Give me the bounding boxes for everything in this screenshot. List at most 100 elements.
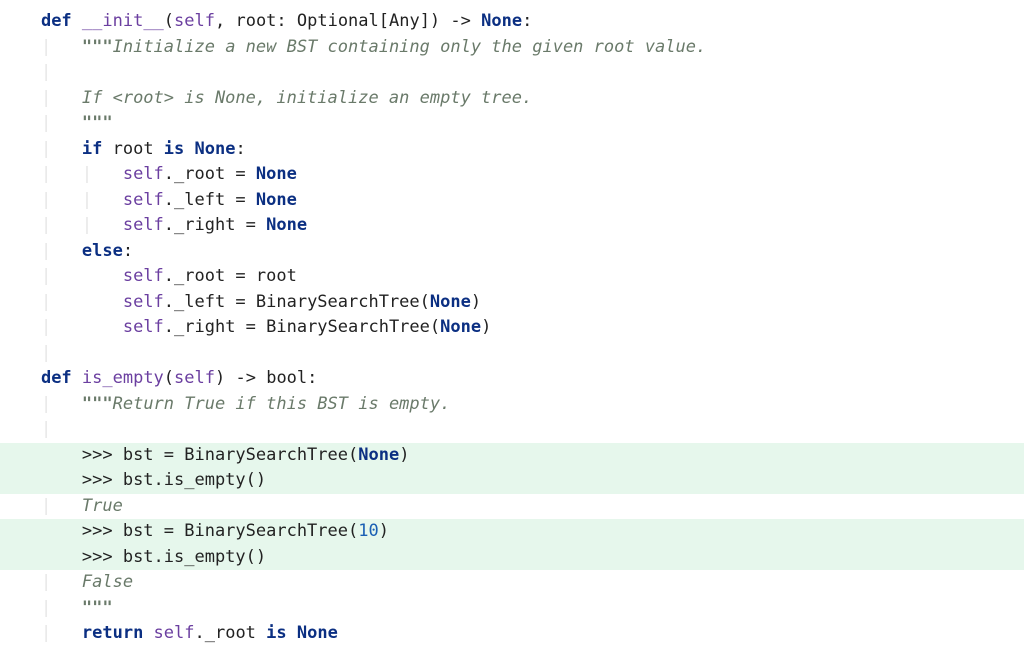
- code-token: True: [82, 496, 123, 516]
- code-token: None: [430, 292, 471, 312]
- code-line: | | self._root = None: [0, 162, 1024, 188]
- code-token: """: [82, 37, 113, 57]
- code-line: >>> bst = BinarySearchTree(10): [0, 519, 1024, 545]
- indent-guide: |: [0, 317, 123, 337]
- indent-guide: [0, 368, 41, 388]
- code-token: """: [82, 113, 113, 133]
- code-token: False: [82, 572, 133, 592]
- code-token: ._root =: [164, 164, 256, 184]
- indent-guide: |: [0, 292, 123, 312]
- code-token: 10: [358, 521, 378, 541]
- indent-guide: [0, 521, 82, 541]
- indent-guide: |: [0, 343, 51, 363]
- code-line: |: [0, 417, 1024, 443]
- code-token: :: [522, 11, 532, 31]
- indent-guide: |: [0, 598, 82, 618]
- code-token: bool: [266, 368, 307, 388]
- code-line: >>> bst.is_empty(): [0, 545, 1024, 571]
- code-token: None: [481, 11, 522, 31]
- code-token: None: [440, 317, 481, 337]
- code-line: | False: [0, 570, 1024, 596]
- code-token: ._right = BinarySearchTree(: [164, 317, 440, 337]
- code-token: __init__: [82, 11, 164, 31]
- indent-guide: |: [0, 88, 82, 108]
- code-token: ->: [450, 11, 481, 31]
- code-token: is: [164, 139, 195, 159]
- indent-guide: [0, 470, 82, 490]
- indent-guide: |: [0, 113, 82, 133]
- code-token: self: [123, 215, 164, 235]
- indent-guide: |: [0, 419, 51, 439]
- indent-guide: |: [0, 37, 82, 57]
- code-token: ->: [235, 368, 266, 388]
- indent-guide: |: [0, 572, 82, 592]
- code-token: is: [266, 623, 297, 643]
- code-token: None: [266, 215, 307, 235]
- code-line: | return self._root is None: [0, 621, 1024, 647]
- code-line: | | self._right = None: [0, 213, 1024, 239]
- code-editor: def __init__(self, root: Optional[Any]) …: [0, 0, 1024, 667]
- code-token: self: [174, 368, 215, 388]
- indent-guide: [0, 445, 82, 465]
- code-token: if: [82, 139, 113, 159]
- code-line: | """Return True if this BST is empty.: [0, 392, 1024, 418]
- code-token: is_empty: [82, 368, 164, 388]
- code-token: >>> bst = BinarySearchTree(: [82, 445, 358, 465]
- indent-guide: |: [0, 139, 82, 159]
- code-token: ): [471, 292, 481, 312]
- code-token: (: [164, 368, 174, 388]
- code-line: | self._right = BinarySearchTree(None): [0, 315, 1024, 341]
- code-token: >>> bst.is_empty(): [82, 547, 266, 567]
- code-line: | """Initialize a new BST containing onl…: [0, 35, 1024, 61]
- code-line: |: [0, 341, 1024, 367]
- code-token: >>> bst.is_empty(): [82, 470, 266, 490]
- code-token: """: [82, 598, 113, 618]
- code-token: self: [123, 266, 164, 286]
- code-token: If <root> is None, initialize an empty t…: [82, 88, 532, 108]
- code-token: ): [215, 368, 235, 388]
- code-token: :: [123, 241, 133, 261]
- code-token: else: [82, 241, 123, 261]
- code-token: :: [235, 139, 245, 159]
- indent-guide: |: [0, 241, 82, 261]
- code-line: | """: [0, 596, 1024, 622]
- code-token: def: [41, 11, 82, 31]
- indent-guide: |: [0, 266, 123, 286]
- code-line: | self._left = BinarySearchTree(None): [0, 290, 1024, 316]
- indent-guide: |: [0, 496, 82, 516]
- code-line: | """: [0, 111, 1024, 137]
- code-token: ._left = BinarySearchTree(: [164, 292, 430, 312]
- code-token: None: [256, 164, 297, 184]
- code-line: | True: [0, 494, 1024, 520]
- code-line: def is_empty(self) -> bool:: [0, 366, 1024, 392]
- code-line: def __init__(self, root: Optional[Any]) …: [0, 9, 1024, 35]
- code-token: None: [358, 445, 399, 465]
- code-token: self: [174, 11, 215, 31]
- code-line: | else:: [0, 239, 1024, 265]
- code-token: Initialize a new BST containing only the…: [113, 37, 707, 57]
- code-token: None: [256, 190, 297, 210]
- code-line: | self._root = root: [0, 264, 1024, 290]
- code-line: >>> bst.is_empty(): [0, 468, 1024, 494]
- code-line: >>> bst = BinarySearchTree(None): [0, 443, 1024, 469]
- code-token: return: [82, 623, 154, 643]
- code-line: | | self._left = None: [0, 188, 1024, 214]
- code-token: self: [123, 292, 164, 312]
- indent-guide: | |: [0, 215, 123, 235]
- code-token: ._left =: [164, 190, 256, 210]
- code-token: :: [307, 368, 317, 388]
- code-token: >>> bst = BinarySearchTree(: [82, 521, 358, 541]
- code-token: def: [41, 368, 82, 388]
- code-line: | if root is None:: [0, 137, 1024, 163]
- code-token: self: [123, 317, 164, 337]
- indent-guide: | |: [0, 190, 123, 210]
- code-token: None: [195, 139, 236, 159]
- code-token: self: [123, 164, 164, 184]
- code-token: self: [123, 190, 164, 210]
- code-token: """: [82, 394, 113, 414]
- code-token: , root: Optional[Any]): [215, 11, 450, 31]
- code-token: ._right =: [164, 215, 266, 235]
- indent-guide: [0, 547, 82, 567]
- indent-guide: |: [0, 394, 82, 414]
- indent-guide: | |: [0, 164, 123, 184]
